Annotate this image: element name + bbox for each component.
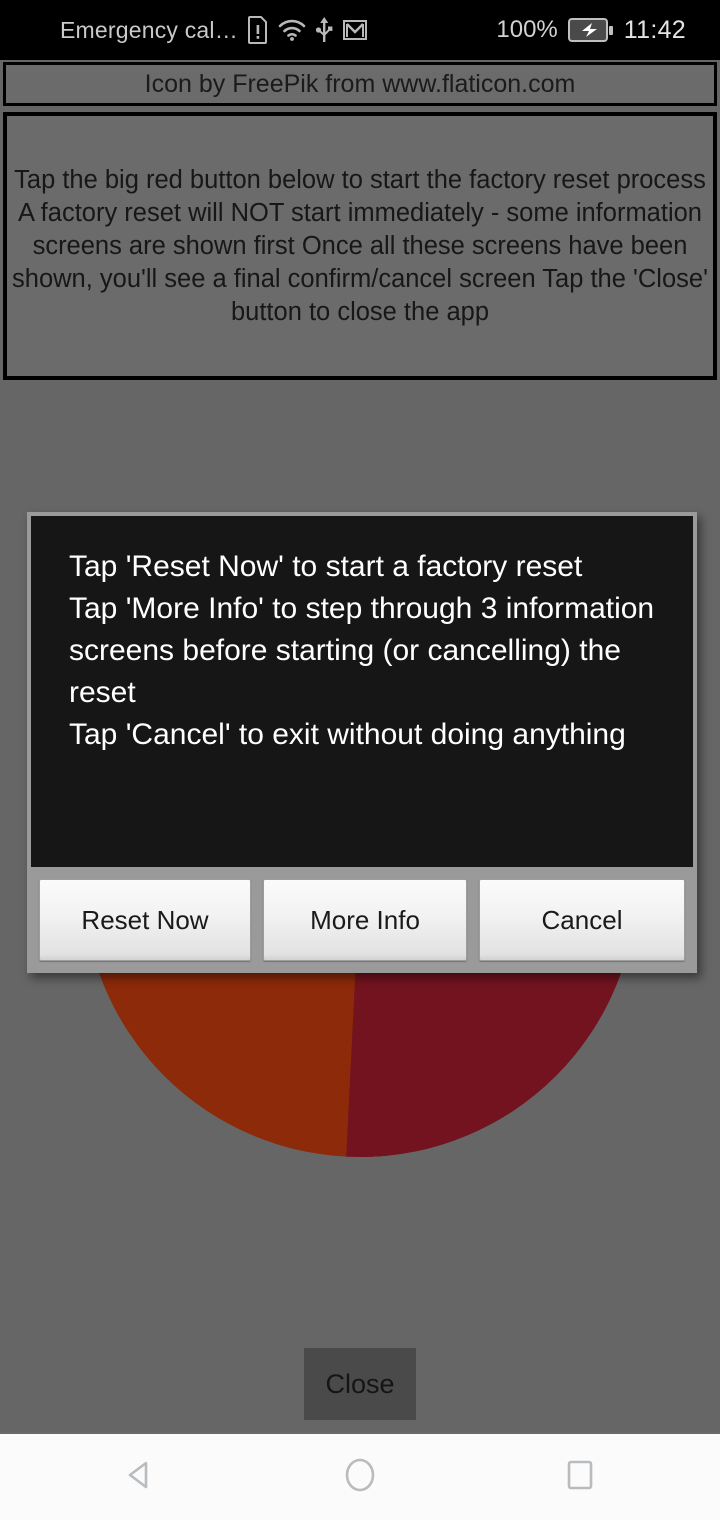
- instructions-box: Tap the big red button below to start th…: [3, 112, 717, 380]
- cancel-button[interactable]: Cancel: [479, 879, 685, 961]
- dialog-action-bar: Reset Now More Info Cancel: [31, 867, 693, 973]
- carrier-label: Emergency cal…: [60, 16, 238, 43]
- factory-reset-dialog: Tap 'Reset Now' to start a factory reset…: [27, 512, 697, 973]
- nav-back-button[interactable]: [105, 1442, 175, 1512]
- home-circle-icon: [340, 1455, 380, 1500]
- dialog-message: Tap 'Reset Now' to start a factory reset…: [69, 550, 655, 751]
- usb-icon: [315, 16, 333, 44]
- recents-square-icon: [560, 1455, 600, 1500]
- battery-percent-label: 100%: [496, 16, 558, 43]
- back-triangle-icon: [120, 1455, 160, 1500]
- dialog-body: Tap 'Reset Now' to start a factory reset…: [31, 516, 693, 867]
- nav-home-button[interactable]: [325, 1442, 395, 1512]
- gmail-icon: [342, 18, 368, 42]
- wifi-icon: [278, 18, 306, 42]
- close-button[interactable]: Close: [304, 1348, 416, 1420]
- more-info-button[interactable]: More Info: [263, 879, 467, 961]
- status-bar-right-group: 100% 11:42: [496, 0, 686, 60]
- android-navigation-bar: [0, 1432, 720, 1520]
- credit-banner-label: Icon by FreePik from www.flaticon.com: [144, 69, 576, 98]
- status-bar-left-group: Emergency cal…: [60, 16, 368, 44]
- instructions-text: Tap the big red button below to start th…: [12, 165, 708, 326]
- credit-banner: Icon by FreePik from www.flaticon.com: [3, 62, 717, 106]
- clock-label: 11:42: [623, 15, 686, 44]
- sim-alert-icon: [247, 16, 269, 44]
- nav-recents-button[interactable]: [545, 1442, 615, 1512]
- phone-screen: Emergency cal… 100% 11:42 Icon by FreePi…: [0, 0, 720, 1520]
- status-bar: Emergency cal… 100% 11:42: [0, 0, 720, 60]
- battery-charging-icon: [567, 17, 614, 43]
- reset-now-button[interactable]: Reset Now: [39, 879, 251, 961]
